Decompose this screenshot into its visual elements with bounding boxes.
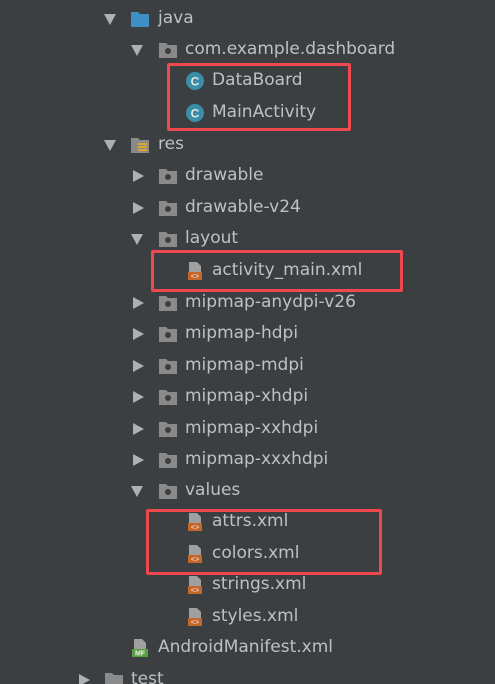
- tree-item-mipmap-hdpi[interactable]: mipmap-hdpi: [0, 318, 495, 350]
- tree-item-label: layout: [185, 228, 239, 248]
- tree-item-label: drawable: [185, 165, 264, 185]
- highlight-box-classes: [167, 63, 351, 131]
- chevron-right-icon[interactable]: [133, 202, 144, 214]
- tree-item-label: com.example.dashboard: [185, 39, 396, 59]
- tree-item-label: mipmap-anydpi-v26: [185, 292, 356, 312]
- svg-text:<>: <>: [191, 588, 199, 596]
- tree-item-label: test: [131, 669, 164, 684]
- folder-icon: [158, 481, 178, 501]
- tree-item-mipmap-xxhdpi[interactable]: mipmap-xxhdpi: [0, 413, 495, 445]
- tree-item-label: res: [158, 134, 184, 154]
- chevron-right-icon[interactable]: [79, 674, 90, 684]
- tree-item-drawable[interactable]: drawable: [0, 160, 495, 192]
- folder-icon: [158, 387, 178, 407]
- chevron-right-icon[interactable]: [133, 423, 144, 435]
- tree-item-mipmap-xxxhdpi[interactable]: mipmap-xxxhdpi: [0, 444, 495, 476]
- folder-source-icon: [130, 9, 150, 29]
- tree-item-res[interactable]: res: [0, 129, 495, 161]
- tree-item-label: mipmap-hdpi: [185, 323, 299, 343]
- chevron-down-icon[interactable]: [104, 14, 116, 25]
- project-tree: java com.example.dashboard C DataBoard C…: [0, 0, 495, 684]
- package-icon: [158, 40, 178, 60]
- folder-icon: [158, 198, 178, 218]
- chevron-right-icon[interactable]: [133, 391, 144, 403]
- chevron-down-icon[interactable]: [104, 140, 116, 151]
- tree-item-java[interactable]: java: [0, 3, 495, 35]
- tree-item-values[interactable]: values: [0, 475, 495, 507]
- chevron-right-icon[interactable]: [133, 297, 144, 309]
- highlight-box-layout: [151, 250, 403, 292]
- tree-item-label: AndroidManifest.xml: [158, 637, 334, 657]
- manifest-icon: MF: [130, 638, 150, 658]
- tree-item-label: values: [185, 480, 241, 500]
- tree-item-label: styles.xml: [212, 606, 299, 626]
- folder-icon: [158, 229, 178, 249]
- chevron-down-icon[interactable]: [131, 234, 143, 245]
- tree-item-label: mipmap-xxxhdpi: [185, 449, 329, 469]
- tree-item-drawable-v24[interactable]: drawable-v24: [0, 192, 495, 224]
- folder-icon: [158, 166, 178, 186]
- folder-icon: [158, 450, 178, 470]
- chevron-right-icon[interactable]: [133, 170, 144, 182]
- tree-item-manifest[interactable]: MF AndroidManifest.xml: [0, 632, 495, 664]
- tree-item-label: mipmap-xxhdpi: [185, 418, 319, 438]
- chevron-down-icon[interactable]: [131, 486, 143, 497]
- svg-text:MF: MF: [135, 651, 146, 658]
- tree-item-label: java: [158, 8, 194, 28]
- tree-item-mipmap-xhdpi[interactable]: mipmap-xhdpi: [0, 381, 495, 413]
- tree-item-styles[interactable]: <> styles.xml: [0, 601, 495, 633]
- tree-item-mipmap-mdpi[interactable]: mipmap-mdpi: [0, 350, 495, 382]
- tree-item-label: drawable-v24: [185, 197, 301, 217]
- folder-icon: [158, 293, 178, 313]
- tree-item-package[interactable]: com.example.dashboard: [0, 34, 495, 66]
- folder-resources-icon: [130, 135, 150, 155]
- folder-icon: [104, 670, 124, 684]
- highlight-box-values: [146, 509, 382, 575]
- xml-file-icon: <>: [185, 607, 205, 628]
- tree-item-label: strings.xml: [212, 574, 307, 594]
- chevron-right-icon[interactable]: [133, 360, 144, 372]
- folder-icon: [158, 356, 178, 376]
- chevron-right-icon[interactable]: [133, 328, 144, 340]
- folder-icon: [158, 419, 178, 439]
- tree-item-label: mipmap-xhdpi: [185, 386, 309, 406]
- chevron-down-icon[interactable]: [131, 45, 143, 56]
- folder-icon: [158, 324, 178, 344]
- chevron-right-icon[interactable]: [133, 454, 144, 466]
- svg-text:<>: <>: [191, 620, 199, 628]
- xml-file-icon: <>: [185, 575, 205, 596]
- tree-item-label: mipmap-mdpi: [185, 355, 304, 375]
- tree-item-test[interactable]: test: [0, 664, 495, 684]
